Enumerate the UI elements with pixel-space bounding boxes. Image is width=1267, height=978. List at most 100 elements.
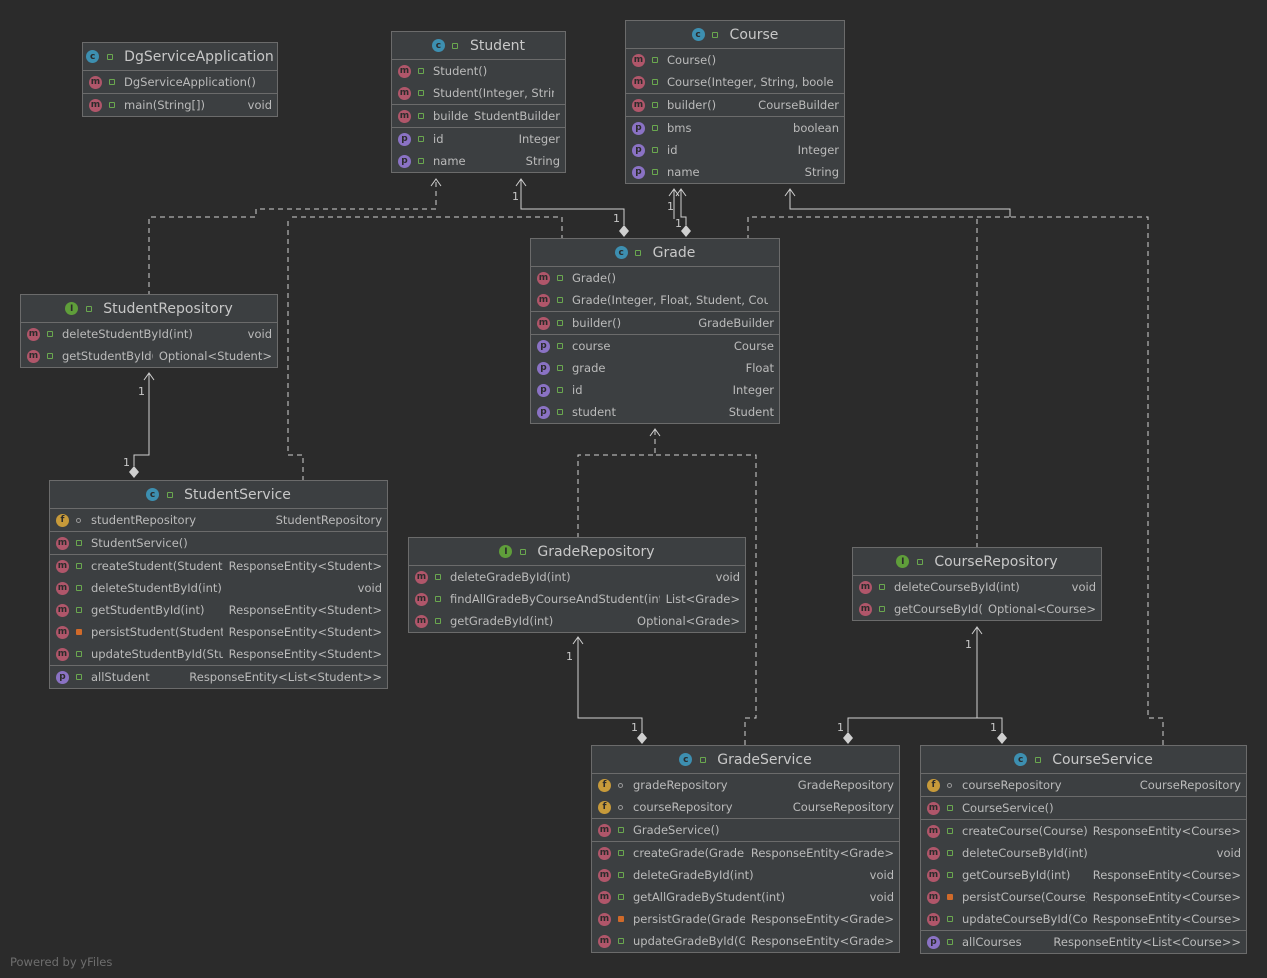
- field-row[interactable]: f courseRepository CourseRepository: [921, 774, 1246, 796]
- method-row[interactable]: m getAllGradeByStudent(int) void: [592, 886, 899, 908]
- arrowhead-grade: [649, 428, 661, 437]
- class-dgserviceapplication[interactable]: c DgServiceApplication m DgServiceApplicati…: [82, 42, 278, 117]
- property-row[interactable]: p allCourses ResponseEntity<List<Course>>: [921, 931, 1246, 953]
- package-visibility-icon: [616, 803, 625, 812]
- method-row[interactable]: m updateCourseById(Course) ResponseEntity<…: [921, 908, 1246, 930]
- multiplicity-label: 1: [631, 721, 638, 734]
- method-row[interactable]: m persistStudent(Student) ResponseEntity<S…: [50, 621, 387, 643]
- method-row[interactable]: m Grade(Integer, Float, Student, Course): [531, 289, 779, 311]
- public-visibility-icon: [945, 849, 954, 858]
- member-type: ResponseEntity<Course>: [1092, 868, 1241, 882]
- method-row[interactable]: m Course(): [626, 49, 844, 71]
- class-header: I GradeRepository: [409, 538, 745, 566]
- member-name: course: [572, 339, 611, 353]
- property-row[interactable]: p student Student: [531, 401, 779, 423]
- public-visibility-icon: [165, 490, 174, 499]
- property-row[interactable]: p id Integer: [626, 139, 844, 161]
- class-courseservice[interactable]: c CourseService f courseRepository CourseRep…: [920, 745, 1247, 954]
- class-icon: c: [431, 39, 445, 52]
- arrowhead-course-c: [784, 188, 796, 197]
- field-row[interactable]: f gradeRepository GradeRepository: [592, 774, 899, 796]
- public-visibility-icon: [650, 78, 659, 87]
- member-name: studentRepository: [91, 513, 197, 527]
- method-row[interactable]: m Student(): [392, 60, 565, 82]
- method-row[interactable]: m createStudent(Student) ResponseEntity<St…: [50, 555, 387, 577]
- method-row[interactable]: m deleteCourseById(int) void: [853, 576, 1101, 598]
- method-row[interactable]: m updateGradeById(Grade) ResponseEntity<Gr…: [592, 930, 899, 952]
- class-header: c Course: [626, 21, 844, 49]
- method-row[interactable]: m StudentService(): [50, 532, 387, 554]
- member-name: Student(Integer, String): [433, 86, 554, 100]
- public-visibility-icon: [45, 330, 54, 339]
- interface-courserepository[interactable]: I CourseRepository m deleteCourseById(int) v…: [852, 547, 1102, 621]
- member-name: id: [572, 383, 583, 397]
- method-icon: m: [927, 846, 940, 860]
- property-row[interactable]: p name String: [392, 150, 565, 172]
- property-row[interactable]: p bms boolean: [626, 117, 844, 139]
- method-row[interactable]: m persistCourse(Course) ResponseEntity<Cou…: [921, 886, 1246, 908]
- interface-studentrepository[interactable]: I StudentRepository m deleteStudentById(int…: [20, 294, 278, 368]
- method-row[interactable]: m findAllGradeByCourseAndStudent(int, int…: [409, 588, 745, 610]
- public-visibility-icon: [650, 168, 659, 177]
- class-gradeservice[interactable]: c GradeService f gradeRepository GradeReposi…: [591, 745, 900, 953]
- public-visibility-icon: [107, 101, 116, 110]
- method-icon: m: [927, 801, 940, 815]
- member-type: ResponseEntity<List<Student>>: [189, 670, 382, 684]
- method-row[interactable]: m createCourse(Course) ResponseEntity<Cour…: [921, 820, 1246, 842]
- member-type: Course: [733, 339, 774, 353]
- class-grade[interactable]: c Grade m Grade() m Grade(Integer, Float, Stu…: [530, 238, 780, 424]
- method-row[interactable]: m builder() GradeBuilder: [531, 312, 779, 334]
- method-row[interactable]: m deleteGradeById(int) void: [592, 864, 899, 886]
- method-row[interactable]: m getCourseById(int) ResponseEntity<Course…: [921, 864, 1246, 886]
- member-name: getCourseById(int): [962, 868, 1071, 882]
- method-row[interactable]: m deleteCourseById(int) void: [921, 842, 1246, 864]
- method-row[interactable]: m Grade(): [531, 267, 779, 289]
- method-row[interactable]: m Student(Integer, String): [392, 82, 565, 104]
- property-row[interactable]: p id Integer: [392, 128, 565, 150]
- package-visibility-icon: [945, 781, 954, 790]
- public-visibility-icon: [451, 41, 460, 50]
- class-name: CourseRepository: [934, 553, 1058, 570]
- property-row[interactable]: p id Integer: [531, 379, 779, 401]
- method-row[interactable]: m getStudentById(int) ResponseEntity<Stude…: [50, 599, 387, 621]
- method-row[interactable]: m updateStudentById(Student) ResponseEntit…: [50, 643, 387, 665]
- public-visibility-icon: [105, 52, 114, 61]
- method-icon: m: [598, 912, 611, 926]
- public-visibility-icon: [1033, 755, 1042, 764]
- property-row[interactable]: p allStudent ResponseEntity<List<Student>>: [50, 666, 387, 688]
- method-row[interactable]: m main(String[]) void: [83, 94, 277, 116]
- property-row[interactable]: p name String: [626, 161, 844, 183]
- field-row[interactable]: f studentRepository StudentRepository: [50, 509, 387, 531]
- method-row[interactable]: m getGradeById(int) Optional<Grade>: [409, 610, 745, 632]
- property-row[interactable]: p course Course: [531, 335, 779, 357]
- method-row[interactable]: m persistGrade(Grade) ResponseEntity<Grade…: [592, 908, 899, 930]
- member-name: GradeService(): [633, 823, 720, 837]
- method-row[interactable]: m builder() CourseBuilder: [626, 94, 844, 116]
- class-student[interactable]: c Student m Student() m Student(Integer, Stri…: [391, 31, 566, 173]
- method-row[interactable]: m createGrade(Grade) ResponseEntity<Grade>: [592, 842, 899, 864]
- class-course[interactable]: c Course m Course() m Course(Integer, String,…: [625, 20, 845, 184]
- class-studentservice[interactable]: c StudentService f studentRepository Student…: [49, 480, 388, 689]
- public-visibility-icon: [416, 89, 425, 98]
- method-row[interactable]: m getStudentById(int) Optional<Student>: [21, 345, 277, 367]
- public-visibility-icon: [555, 319, 564, 328]
- method-row[interactable]: m deleteStudentById(int) void: [50, 577, 387, 599]
- public-visibility-icon: [74, 562, 83, 571]
- method-row[interactable]: m DgServiceApplication(): [83, 71, 277, 93]
- method-row[interactable]: m GradeService(): [592, 819, 899, 841]
- method-row[interactable]: m Course(Integer, String, boolean): [626, 71, 844, 93]
- field-row[interactable]: f courseRepository CourseRepository: [592, 796, 899, 818]
- member-type: void: [715, 570, 740, 584]
- method-row[interactable]: m CourseService(): [921, 797, 1246, 819]
- method-icon: m: [859, 602, 872, 616]
- method-row[interactable]: m getCourseById(int) Optional<Course>: [853, 598, 1101, 620]
- member-name: updateStudentById(Student): [91, 647, 223, 661]
- method-row[interactable]: m deleteGradeById(int) void: [409, 566, 745, 588]
- property-row[interactable]: p grade Float: [531, 357, 779, 379]
- interface-graderepository[interactable]: I GradeRepository m deleteGradeById(int) voi…: [408, 537, 746, 633]
- method-row[interactable]: m builder() StudentBuilder: [392, 105, 565, 127]
- method-row[interactable]: m deleteStudentById(int) void: [21, 323, 277, 345]
- public-visibility-icon: [711, 30, 720, 39]
- dependency-grade-student: [288, 216, 563, 240]
- member-section: m Course() m Course(Integer, String, boolea…: [626, 49, 844, 94]
